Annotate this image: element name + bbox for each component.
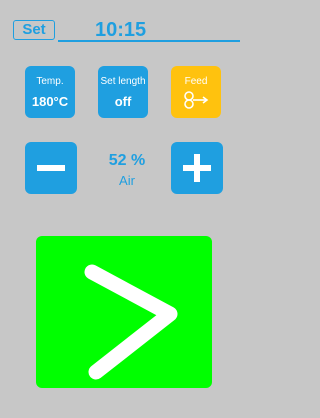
set-length-value: off xyxy=(114,94,132,109)
clock-time: 10:15 xyxy=(95,19,147,41)
air-label: Air xyxy=(119,173,135,188)
air-percent: 52 % xyxy=(108,152,146,169)
temp-label: Temp. xyxy=(36,76,64,87)
feed-label: Feed xyxy=(184,76,208,87)
set-length-label: Set length xyxy=(100,76,146,87)
set-length-button[interactable]: Set length off xyxy=(98,66,148,118)
air-decrease-button[interactable] xyxy=(25,142,77,194)
header-bar: Set 10:15 xyxy=(0,0,240,52)
air-increase-button[interactable] xyxy=(171,142,223,194)
start-button[interactable] xyxy=(36,236,212,388)
temp-value: 180°C xyxy=(31,94,69,109)
chevron-right-icon xyxy=(84,264,178,380)
plus-icon xyxy=(183,154,211,182)
temp-button[interactable]: Temp. 180°C xyxy=(25,66,75,118)
set-button[interactable]: Set xyxy=(13,20,55,40)
minus-icon xyxy=(37,165,65,171)
feed-button[interactable]: Feed xyxy=(171,66,221,118)
header-divider xyxy=(58,40,240,42)
feed-icon xyxy=(184,91,209,109)
